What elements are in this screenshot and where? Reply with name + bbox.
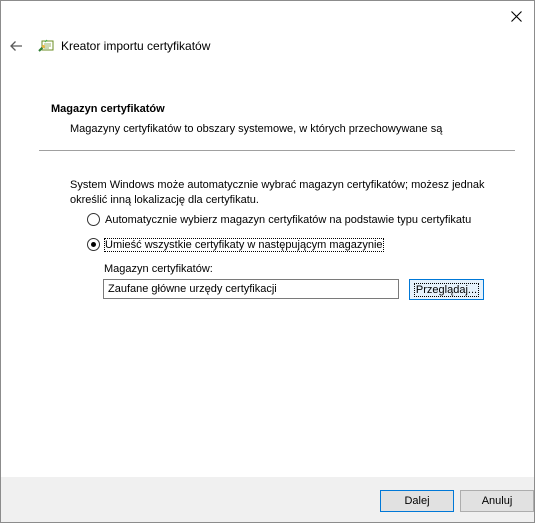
header-divider xyxy=(39,150,515,151)
store-input[interactable] xyxy=(103,279,399,299)
auto-store-radio[interactable] xyxy=(87,213,100,226)
next-button[interactable]: Dalej xyxy=(380,490,454,512)
back-arrow-icon xyxy=(10,41,22,51)
next-button-label: Dalej xyxy=(404,495,430,507)
auto-store-label: Automatycznie wybierz magazyn certyfikat… xyxy=(105,213,472,226)
footer-bar xyxy=(1,477,534,522)
manual-store-radio[interactable] xyxy=(87,238,100,251)
store-field-label: Magazyn certyfikatów: xyxy=(104,263,213,275)
cancel-button-label: Anuluj xyxy=(481,495,513,507)
browse-button-label: Przeglądaj... xyxy=(413,282,480,297)
back-button[interactable] xyxy=(7,37,25,55)
certificate-import-wizard-window: Kreator importu certyfikatów Magazyn cer… xyxy=(0,0,535,523)
browse-button[interactable]: Przeglądaj... xyxy=(409,279,484,300)
auto-store-option[interactable]: Automatycznie wybierz magazyn certyfikat… xyxy=(87,213,471,226)
section-title: Magazyn certyfikatów xyxy=(51,103,165,115)
wizard-title: Kreator importu certyfikatów xyxy=(61,39,211,53)
cancel-button[interactable]: Anuluj xyxy=(460,490,534,512)
manual-store-option[interactable]: Umieść wszystkie certyfikaty w następują… xyxy=(87,237,384,252)
close-icon xyxy=(510,10,522,22)
manual-store-label: Umieść wszystkie certyfikaty w następują… xyxy=(104,237,384,252)
intro-text: System Windows może automatycznie wybrać… xyxy=(70,179,485,206)
certificate-wizard-icon xyxy=(38,39,54,52)
close-button[interactable] xyxy=(504,5,528,27)
section-description: Magazyny certyfikatów to obszary systemo… xyxy=(70,123,443,135)
